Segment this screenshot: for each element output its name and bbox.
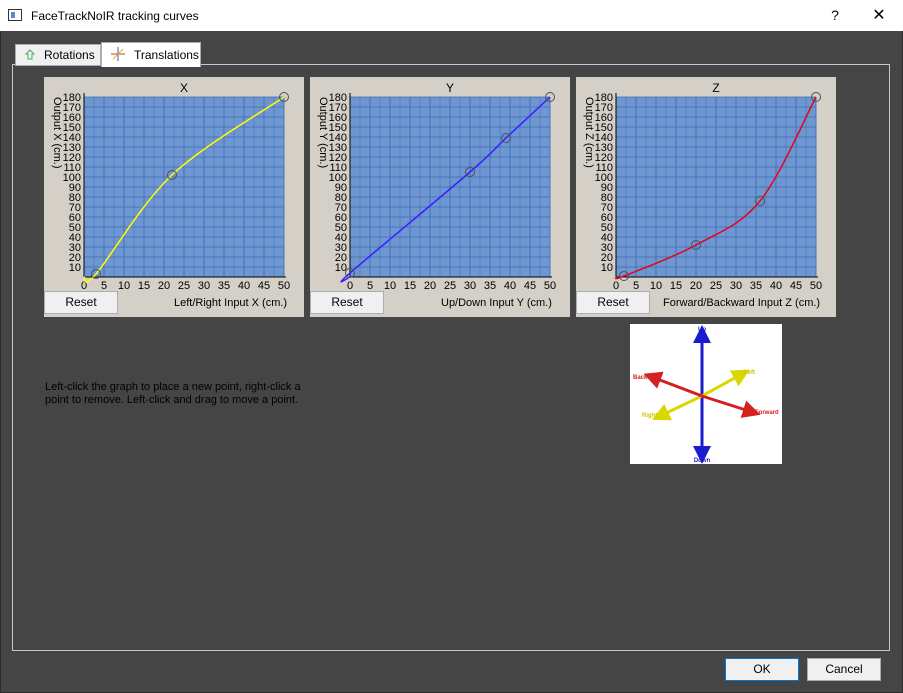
axis-diagram: Up Down Left Right Back Forward — [630, 324, 782, 464]
graph-title: Y — [446, 81, 454, 95]
back-arrow — [643, 371, 703, 398]
x-tick-label: 0 — [347, 280, 353, 291]
app-icon — [8, 9, 22, 21]
left-label: Left — [744, 370, 755, 376]
x-tick-label: 45 — [258, 280, 270, 291]
y-axis-label: Output Y (cm.) — [317, 97, 329, 168]
x-tick-label: 15 — [138, 280, 150, 291]
x-tick-label: 10 — [650, 280, 662, 291]
y-axis-label: Output X (cm.) — [51, 97, 63, 169]
tab-translations-label: Translations — [134, 48, 199, 62]
back-label: Back — [633, 375, 648, 381]
right-arrow — [651, 394, 703, 421]
x-tick-label: 10 — [384, 280, 396, 291]
down-label: Down — [694, 458, 711, 464]
translation-icon — [111, 47, 125, 61]
help-text: Left-click the graph to place a new poin… — [45, 381, 301, 406]
graph-title: X — [180, 81, 188, 95]
x-tick-label: 15 — [404, 280, 416, 291]
up-label: Up — [698, 327, 706, 333]
x-tick-label: 40 — [238, 280, 250, 291]
x-tick-label: 35 — [484, 280, 496, 291]
cancel-button[interactable]: Cancel — [807, 658, 881, 681]
graph-panel-z: Z 0 5 10 15 20 25 30 35 40 45 50 10 20 30 40 50 60 70 80 90 1… — [576, 77, 836, 317]
x-tick-label: 5 — [101, 280, 107, 291]
help-button[interactable]: ? — [820, 0, 850, 31]
y-input-label: Up/Down Input Y (cm.) — [441, 297, 552, 309]
left-arrow — [701, 369, 750, 398]
x-tick-label: 5 — [367, 280, 373, 291]
x-tick-label: 30 — [730, 280, 742, 291]
x-tick-label: 45 — [790, 280, 802, 291]
x-tick-label: 20 — [158, 280, 170, 291]
tab-rotations[interactable]: Rotations — [15, 44, 101, 66]
x-tick-label: 45 — [524, 280, 536, 291]
reset-button-z[interactable]: Reset — [576, 291, 650, 314]
x-tick-label: 35 — [750, 280, 762, 291]
curve-graph-x[interactable]: X0 5 10 15 20 25 30 35 40 45 501020304050607080901… — [44, 77, 304, 291]
graph-panel-y: Y 0 5 10 15 20 25 30 35 40 45 50 10 20 30 40 50 60 70 80 90 1… — [310, 77, 570, 317]
curve-graph-y[interactable]: Y0 5 10 15 20 25 30 35 40 45 501020304050607080901… — [310, 77, 570, 291]
x-tick-label: 50 — [544, 280, 556, 291]
x-tick-label: 30 — [464, 280, 476, 291]
x-tick-label: 30 — [198, 280, 210, 291]
rotation-icon — [24, 49, 36, 60]
reset-button-x[interactable]: Reset — [44, 291, 118, 314]
forward-label: Forward — [755, 410, 779, 416]
y-axis-label: Output Z (cm.) — [583, 97, 595, 168]
ok-button[interactable]: OK — [725, 658, 799, 681]
x-tick-label: 25 — [444, 280, 456, 291]
x-tick-label: 20 — [424, 280, 436, 291]
window-title: FaceTrackNoIR tracking curves — [31, 9, 199, 23]
x-tick-label: 0 — [613, 280, 619, 291]
title-bar: FaceTrackNoIR tracking curves ? ✕ — [0, 0, 903, 31]
graph-title: Z — [712, 81, 719, 95]
graph-panel-x: X 0 5 10 15 20 25 30 35 40 45 50 10 20 30 40 50 60 70 80 90 1… — [44, 77, 304, 317]
x-tick-label: 35 — [218, 280, 230, 291]
x-tick-label: 50 — [810, 280, 822, 291]
x-tick-label: 15 — [670, 280, 682, 291]
x-tick-label: 40 — [504, 280, 516, 291]
x-tick-label: 50 — [278, 280, 290, 291]
x-tick-label: 20 — [690, 280, 702, 291]
reset-button-y[interactable]: Reset — [310, 291, 384, 314]
x-tick-label: 10 — [118, 280, 130, 291]
x-tick-label: 5 — [633, 280, 639, 291]
right-label: Right — [642, 413, 657, 419]
tab-rotations-label: Rotations — [44, 48, 95, 62]
x-input-label: Left/Right Input X (cm.) — [174, 297, 288, 309]
y-tick-label: 180 — [595, 92, 613, 104]
x-tick-label: 25 — [178, 280, 190, 291]
close-button[interactable]: ✕ — [860, 0, 898, 31]
y-tick-label: 180 — [63, 92, 81, 104]
curve-graph-z[interactable]: Z0 5 10 15 20 25 30 35 40 45 501020304050607080901… — [576, 77, 836, 291]
z-input-label: Forward/Backward Input Z (cm.) — [663, 297, 821, 309]
x-tick-label: 40 — [770, 280, 782, 291]
x-tick-label: 25 — [710, 280, 722, 291]
forward-arrow — [701, 394, 761, 418]
y-tick-label: 180 — [329, 92, 347, 104]
tab-translations[interactable]: Translations — [101, 42, 201, 67]
